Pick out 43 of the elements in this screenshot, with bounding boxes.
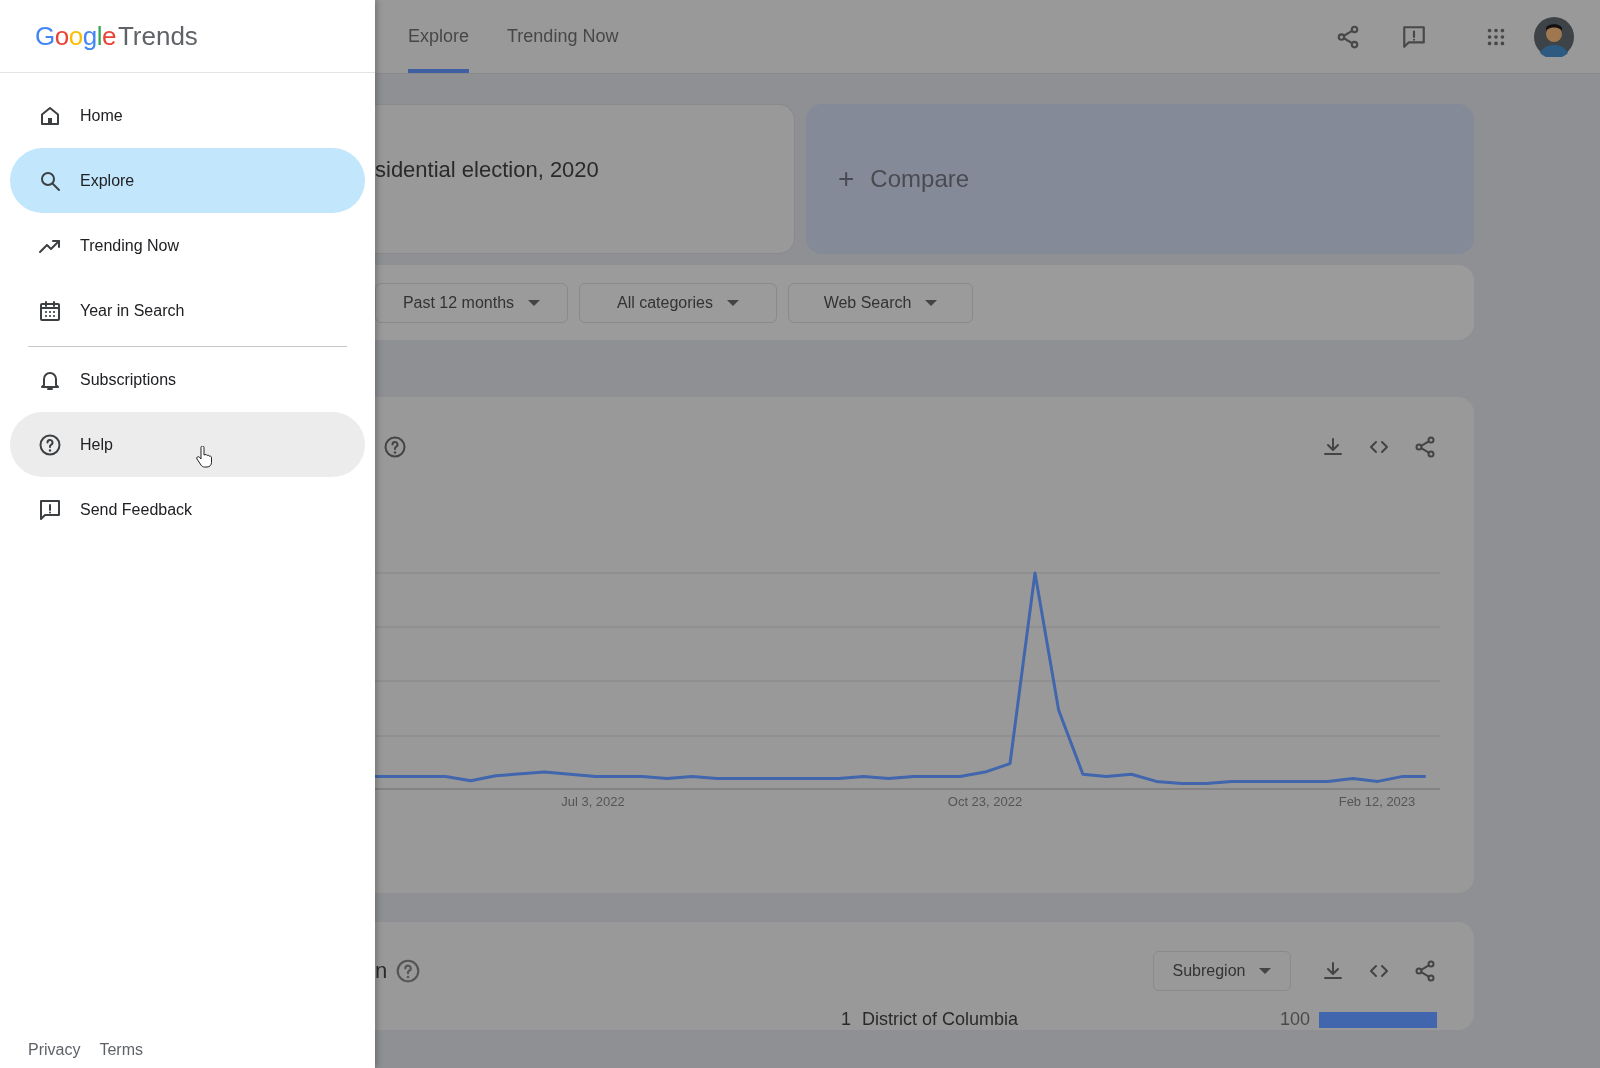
footer-link[interactable]: Privacy <box>28 1041 81 1059</box>
card-title: n <box>375 958 388 984</box>
axis-label: Oct 23, 2022 <box>947 794 1023 809</box>
drawer-menu-item[interactable]: Send Feedback <box>10 477 365 542</box>
drawer-menu-item[interactable]: Explore <box>10 148 365 213</box>
drawer-menu-item[interactable]: Home <box>10 83 365 148</box>
compare-label: Compare <box>870 165 970 193</box>
help-icon[interactable] <box>383 435 407 459</box>
plus-icon: + <box>838 163 855 195</box>
region-name: District of Columbia <box>862 1009 1019 1030</box>
google-wordmark[interactable]: Google <box>35 20 116 52</box>
feedback-icon[interactable] <box>1401 23 1427 50</box>
nav-tab[interactable]: Explore <box>408 0 470 73</box>
hand-cursor-icon <box>196 446 212 468</box>
caret-icon <box>528 299 541 306</box>
drawer-menu-item[interactable]: Help <box>10 412 365 477</box>
help-icon <box>38 432 62 457</box>
subregion-dropdown[interactable]: Subregion <box>1153 951 1291 991</box>
filter-dropdown[interactable]: Web Search <box>788 282 973 323</box>
caret-icon <box>925 299 938 306</box>
filter-dropdown[interactable]: Past 12 months <box>375 282 568 323</box>
feedback-icon <box>38 497 62 522</box>
share-icon[interactable] <box>1413 959 1437 983</box>
caret-icon <box>727 299 739 306</box>
share-icon[interactable] <box>1335 23 1361 50</box>
footer-link[interactable]: Terms <box>99 1041 143 1059</box>
avatar-icon[interactable] <box>1534 16 1574 57</box>
region-value: 100 <box>1279 1009 1310 1030</box>
search-term-card[interactable]: sidential election, 2020 <box>375 104 795 254</box>
rank-number: 1 <box>841 1009 851 1030</box>
search-term: sidential election, 2020 <box>375 157 599 183</box>
drawer-menu-item[interactable]: Subscriptions <box>10 347 365 412</box>
caret-icon <box>1259 968 1272 974</box>
product-name: Trends <box>117 20 198 52</box>
help-icon[interactable] <box>395 958 422 984</box>
axis-label: Feb 12, 2023 <box>1338 794 1416 809</box>
calendar-icon <box>38 298 62 323</box>
axis-label: Jul 3, 2022 <box>561 794 625 809</box>
drawer-menu-item[interactable]: Year in Search <box>10 278 365 343</box>
share-icon[interactable] <box>1413 435 1437 459</box>
drawer-menu-item[interactable]: Trending Now <box>10 213 365 278</box>
nav-tab[interactable]: Trending Now <box>507 0 619 73</box>
filter-dropdown[interactable]: All categories <box>579 282 777 323</box>
